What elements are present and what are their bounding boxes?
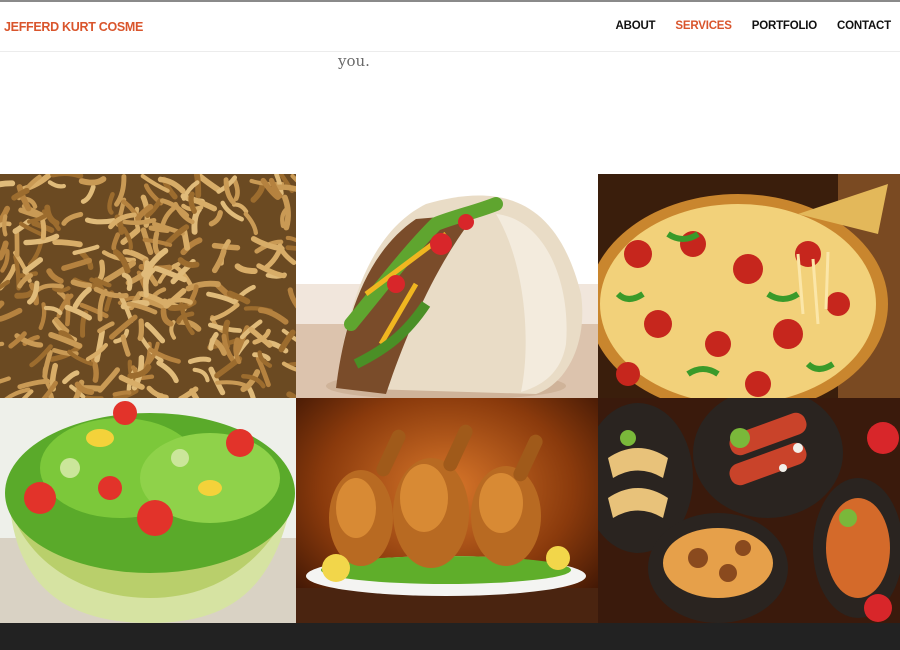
gallery-tile-taco[interactable] — [296, 174, 598, 398]
nav-services[interactable]: SERVICES — [675, 20, 732, 32]
gallery-tile-salad[interactable] — [0, 398, 296, 623]
footer-bar — [0, 623, 900, 650]
roast-chicken-image — [296, 398, 598, 623]
pizza-image — [598, 174, 900, 398]
taco-image — [296, 174, 598, 398]
gallery-tile-roast-chicken[interactable] — [296, 398, 598, 623]
mexican-platter-image — [598, 398, 900, 623]
gallery-tile-mealworms[interactable] — [0, 174, 296, 398]
food-gallery — [0, 174, 900, 623]
navbar: JEFFERD KURT COSME ABOUT SERVICES PORTFO… — [0, 2, 900, 52]
main-nav: ABOUT SERVICES PORTFOLIO CONTACT — [616, 20, 892, 32]
nav-contact[interactable]: CONTACT — [837, 20, 891, 32]
nav-about[interactable]: ABOUT — [616, 20, 656, 32]
mealworms-image — [0, 174, 296, 398]
gallery-tile-pizza[interactable] — [598, 174, 900, 398]
intro-text-fragment: you. — [338, 52, 370, 70]
nav-portfolio[interactable]: PORTFOLIO — [752, 20, 817, 32]
brand-logo[interactable]: JEFFERD KURT COSME — [4, 20, 143, 34]
gallery-tile-mexican-platter[interactable] — [598, 398, 900, 623]
salad-image — [0, 398, 296, 623]
